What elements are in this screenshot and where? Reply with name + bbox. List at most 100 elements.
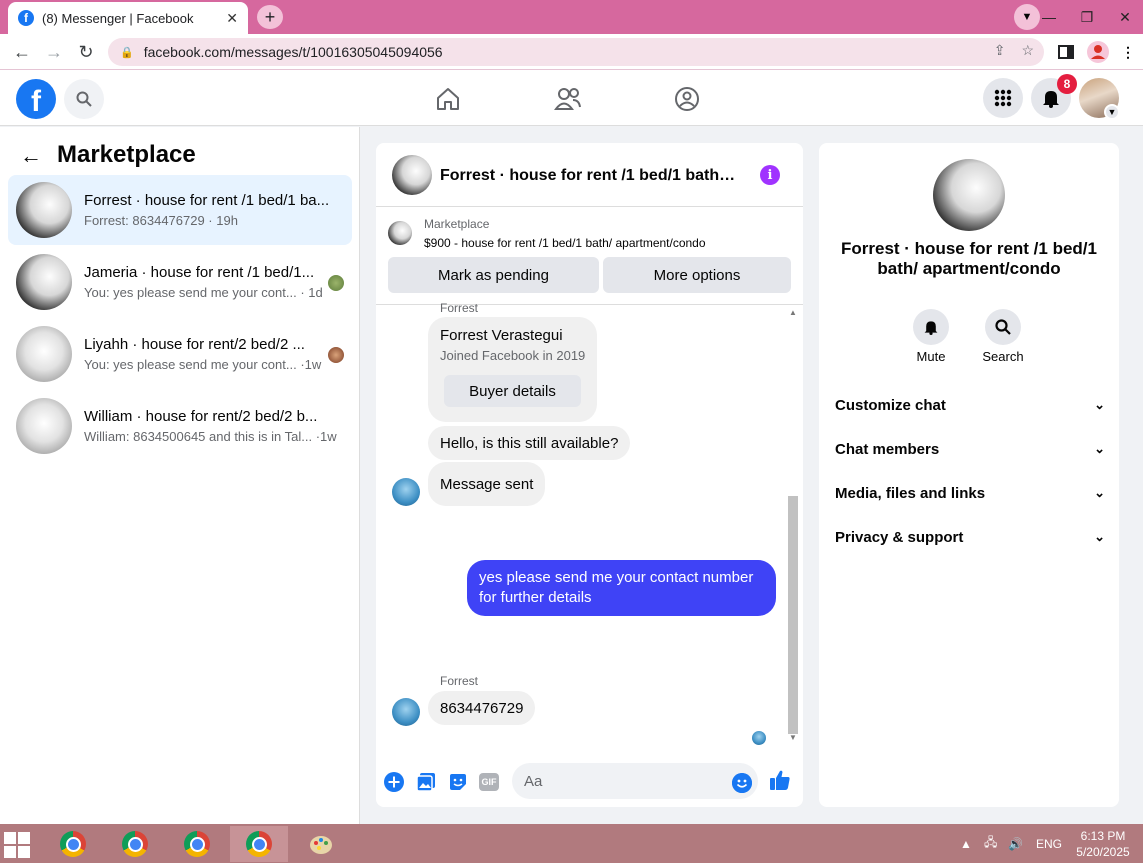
chrome-taskbar-icon[interactable] (106, 826, 164, 862)
scrollbar-thumb[interactable] (788, 496, 798, 734)
listing-title[interactable]: $900 - house for rent /1 bed/1 bath/ apa… (424, 236, 706, 250)
forward-arrow-icon[interactable]: → (42, 40, 66, 64)
listing-thumbnail[interactable] (388, 221, 412, 245)
chrome-taskbar-icon[interactable] (168, 826, 226, 862)
sender-avatar (392, 478, 420, 506)
paint-taskbar-icon[interactable] (292, 826, 350, 862)
bell-icon (913, 309, 949, 345)
restore-button[interactable]: ❐ (1068, 9, 1106, 26)
conversation-preview: You: yes please send me your cont... ·1w (84, 357, 322, 372)
windows-taskbar: ▲ 🖧 🔊 ENG 6:13 PM 5/20/2025 (0, 824, 1143, 863)
lock-icon: 🔒 (120, 46, 134, 59)
volume-icon[interactable]: 🔊 (1008, 824, 1023, 863)
mark-as-pending-button[interactable]: Mark as pending (388, 257, 599, 293)
sticker-icon[interactable] (447, 771, 469, 793)
language-indicator[interactable]: ENG (1036, 824, 1062, 863)
windows-start-icon[interactable] (4, 832, 30, 858)
more-options-button[interactable]: More options (603, 257, 791, 293)
search-icon[interactable] (64, 79, 104, 119)
chrome-taskbar-icon[interactable] (44, 826, 102, 862)
buyer-details-button[interactable]: Buyer details (444, 375, 581, 407)
window-controls: — ❐ ✕ (1030, 0, 1143, 34)
sender-name: Forrest (440, 301, 479, 315)
groups-icon[interactable] (672, 84, 702, 114)
facebook-header: f (0, 70, 1143, 126)
conversation-item[interactable]: Forrest · house for rent /1 bed/1 ba... … (8, 175, 352, 245)
reload-icon[interactable]: ↻ (74, 40, 98, 64)
home-icon[interactable] (433, 84, 463, 114)
message-input[interactable]: Aa (512, 763, 758, 799)
row-label: Customize chat (835, 396, 946, 414)
conversation-item[interactable]: Liyahh · house for rent/2 bed/2 ... You:… (8, 319, 352, 389)
read-receipt-avatar (752, 731, 766, 745)
menu-grid-icon[interactable] (983, 78, 1023, 118)
marketplace-sidebar: ← Marketplace Forrest · house for rent /… (0, 127, 360, 824)
network-icon[interactable]: 🖧 (984, 824, 997, 863)
browser-tab[interactable]: f (8) Messenger | Facebook ✕ (8, 2, 248, 34)
friends-icon[interactable] (553, 84, 583, 114)
conversation-name: Jameria · house for rent /1 bed/1... (84, 264, 315, 281)
tab-title: (8) Messenger | Facebook (42, 10, 194, 26)
listing-thumbnail (16, 326, 72, 382)
chat-avatar[interactable] (392, 155, 432, 195)
clock-date: 5/20/2025 (1076, 845, 1130, 859)
listing-thumbnail (16, 254, 72, 310)
search-button[interactable]: Search (973, 309, 1033, 364)
info-title: Forrest · house for rent /1 bed/1 bath/ … (841, 239, 1097, 278)
listing-thumbnail[interactable] (933, 159, 1005, 231)
address-bar[interactable]: 🔒 facebook.com/messages/t/10016305045094… (108, 38, 1044, 66)
chat-header: Forrest · house for rent /1 bed/1 bath… … (376, 143, 803, 207)
new-tab-button[interactable]: + (257, 5, 283, 29)
plus-circle-icon[interactable] (383, 771, 405, 793)
gif-icon[interactable]: GIF (479, 773, 499, 791)
message-composer: GIF Aa (376, 747, 803, 807)
thumbs-up-icon[interactable] (769, 769, 791, 791)
conversation-item[interactable]: Jameria · house for rent /1 bed/1... You… (8, 247, 352, 317)
sender-avatar (392, 698, 420, 726)
listing-thumbnail (16, 182, 72, 238)
chrome-taskbar-icon[interactable] (230, 826, 288, 862)
url-text: facebook.com/messages/t/1001630504509405… (143, 44, 443, 60)
share-icon[interactable]: ⇪ (994, 42, 1006, 59)
chevron-down-icon: ⌄ (1094, 397, 1105, 412)
customize-chat-row[interactable]: Customize chat ⌄ (835, 383, 1105, 427)
back-arrow-icon[interactable]: ← (10, 40, 34, 64)
chat-title[interactable]: Forrest · house for rent /1 bed/1 bath… (440, 167, 735, 185)
incoming-message: Message sent (428, 462, 546, 506)
privacy-support-row[interactable]: Privacy & support ⌄ (835, 515, 1105, 559)
row-label: Media, files and links (835, 484, 986, 502)
buyer-profile-card: Forrest Verastegui Joined Facebook in 20… (428, 317, 597, 422)
conversation-item[interactable]: William · house for rent/2 bed/2 b... Wi… (8, 391, 352, 461)
close-window-button[interactable]: ✕ (1106, 9, 1143, 26)
back-arrow-icon[interactable]: ← (20, 143, 42, 169)
conversation-name: Liyahh · house for rent/2 bed/2 ... (84, 336, 305, 353)
facebook-logo[interactable]: f (16, 79, 56, 119)
seen-avatar (328, 347, 344, 363)
conversation-preview: Forrest: 8634476729 · 19h (84, 213, 238, 228)
marketplace-label: Marketplace (424, 217, 490, 231)
browser-toolbar: ← → ↻ 🔒 facebook.com/messages/t/10016305… (0, 34, 1143, 70)
emoji-icon[interactable] (732, 773, 752, 793)
media-files-links-row[interactable]: Media, files and links ⌄ (835, 471, 1105, 515)
kebab-menu-icon[interactable]: ⋮ (1120, 40, 1136, 64)
system-clock[interactable]: 6:13 PM 5/20/2025 (1070, 828, 1136, 860)
mute-button[interactable]: Mute (901, 309, 961, 364)
tray-up-arrow-icon[interactable]: ▲ (960, 824, 972, 863)
chevron-down-icon[interactable]: ▼ (1104, 104, 1120, 120)
bookmark-star-icon[interactable]: ☆ (1021, 42, 1034, 59)
search-label: Search (982, 349, 1024, 364)
info-icon[interactable]: i (760, 165, 780, 185)
photo-icon[interactable] (415, 771, 437, 793)
minimize-button[interactable]: — (1030, 9, 1068, 25)
side-panel-icon[interactable] (1056, 40, 1076, 64)
chevron-down-icon: ⌄ (1094, 485, 1105, 500)
mute-label: Mute (916, 349, 946, 364)
conversation-name: William · house for rent/2 bed/2 b... (84, 408, 318, 425)
chat-members-row[interactable]: Chat members ⌄ (835, 427, 1105, 471)
tab-close-icon[interactable]: ✕ (226, 10, 238, 27)
profile-icon[interactable] (1086, 40, 1110, 64)
incoming-message: Hello, is this still available? (428, 426, 631, 460)
search-icon (985, 309, 1021, 345)
browser-tabstrip: f (8) Messenger | Facebook ✕ + ▼ — ❐ ✕ (0, 0, 1143, 34)
row-label: Chat members (835, 440, 940, 458)
